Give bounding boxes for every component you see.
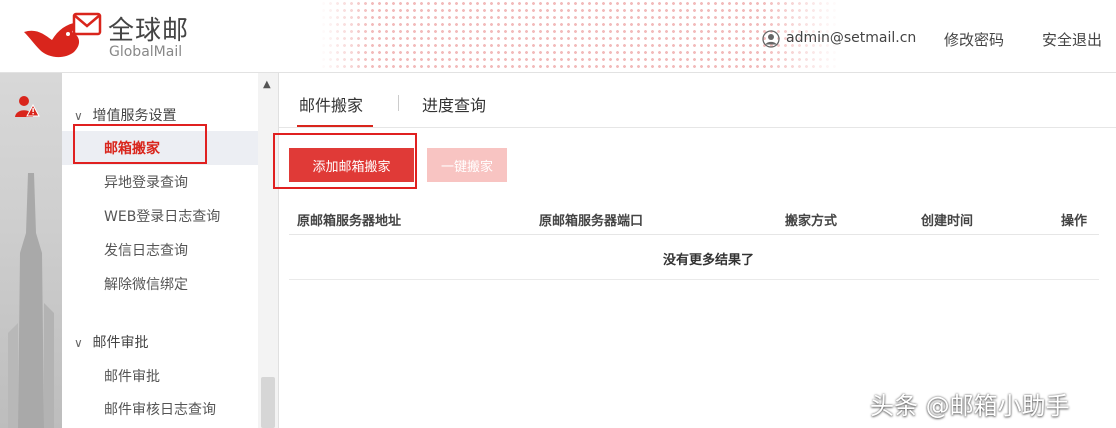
sidebar-group-label: 邮件审批	[92, 335, 149, 351]
tabs-divider	[279, 127, 1116, 128]
city-tower-background	[8, 173, 54, 428]
sidebar-group-label: 增值服务设置	[92, 108, 177, 124]
main-content: 邮件搬家 进度查询 添加邮箱搬家 一键搬家 原邮箱服务器地址 原邮箱服务器端口 …	[273, 73, 1116, 428]
sidebar-group-value-added[interactable]: ∨ 增值服务设置	[74, 105, 176, 125]
one-key-migration-button[interactable]: 一键搬家	[427, 148, 507, 182]
scroll-up-arrow-icon[interactable]: ▲	[263, 79, 271, 90]
watermark-text: 头条 @邮箱小助手	[870, 392, 1070, 420]
chevron-down-icon: ∨	[74, 336, 83, 350]
empty-state-text: 没有更多结果了	[663, 253, 755, 268]
chevron-down-icon: ∨	[74, 109, 83, 123]
user-alert-icon[interactable]	[14, 93, 40, 119]
sidebar-item-remote-login-query[interactable]: 异地登录查询	[104, 172, 188, 192]
bird-envelope-logo-icon	[24, 12, 102, 58]
highlight-box-sidebar	[73, 124, 207, 164]
brand-name-en: GlobalMail	[109, 44, 183, 60]
sidebar-item-approval-log[interactable]: 邮件审核日志查询	[104, 399, 216, 419]
change-password-link[interactable]: 修改密码	[944, 29, 1004, 50]
sidebar-item-send-log[interactable]: 发信日志查询	[104, 240, 188, 260]
user-email: admin@setmail.cn	[786, 30, 917, 46]
sidebar-group-mail-approval[interactable]: ∨ 邮件审批	[74, 332, 148, 352]
tab-progress-query[interactable]: 进度查询	[422, 92, 486, 116]
sidebar-item-unbind-wechat[interactable]: 解除微信绑定	[104, 274, 188, 294]
top-header: 全球邮 GlobalMail admin@setmail.cn 修改密码 安全退…	[0, 0, 1116, 73]
left-decorative-strip	[0, 73, 62, 428]
brand-name-cn: 全球邮	[108, 16, 190, 46]
column-header-server-address: 原邮箱服务器地址	[297, 214, 402, 229]
user-circle-icon	[762, 30, 780, 48]
table-empty-row: 没有更多结果了	[289, 235, 1099, 280]
tab-separator	[398, 95, 399, 111]
column-header-created-time: 创建时间	[921, 214, 974, 229]
column-header-actions: 操作	[1061, 214, 1088, 229]
sidebar-item-web-login-log[interactable]: WEB登录日志查询	[104, 206, 220, 226]
sidebar-item-mail-approval[interactable]: 邮件审批	[104, 366, 160, 386]
add-mail-migration-button[interactable]: 添加邮箱搬家	[289, 148, 414, 182]
logout-link[interactable]: 安全退出	[1042, 29, 1102, 50]
scrollbar-thumb[interactable]	[261, 377, 275, 428]
sidebar: ∨ 增值服务设置 邮箱搬家 异地登录查询 WEB登录日志查询 发信日志查询 解除…	[62, 73, 259, 428]
column-header-server-port: 原邮箱服务器端口	[539, 214, 644, 229]
sidebar-scrollbar[interactable]: ▲	[258, 73, 279, 428]
tab-mail-migration[interactable]: 邮件搬家	[299, 92, 363, 116]
column-header-migration-method: 搬家方式	[785, 214, 838, 229]
table-header: 原邮箱服务器地址 原邮箱服务器端口 搬家方式 创建时间 操作	[289, 202, 1099, 235]
